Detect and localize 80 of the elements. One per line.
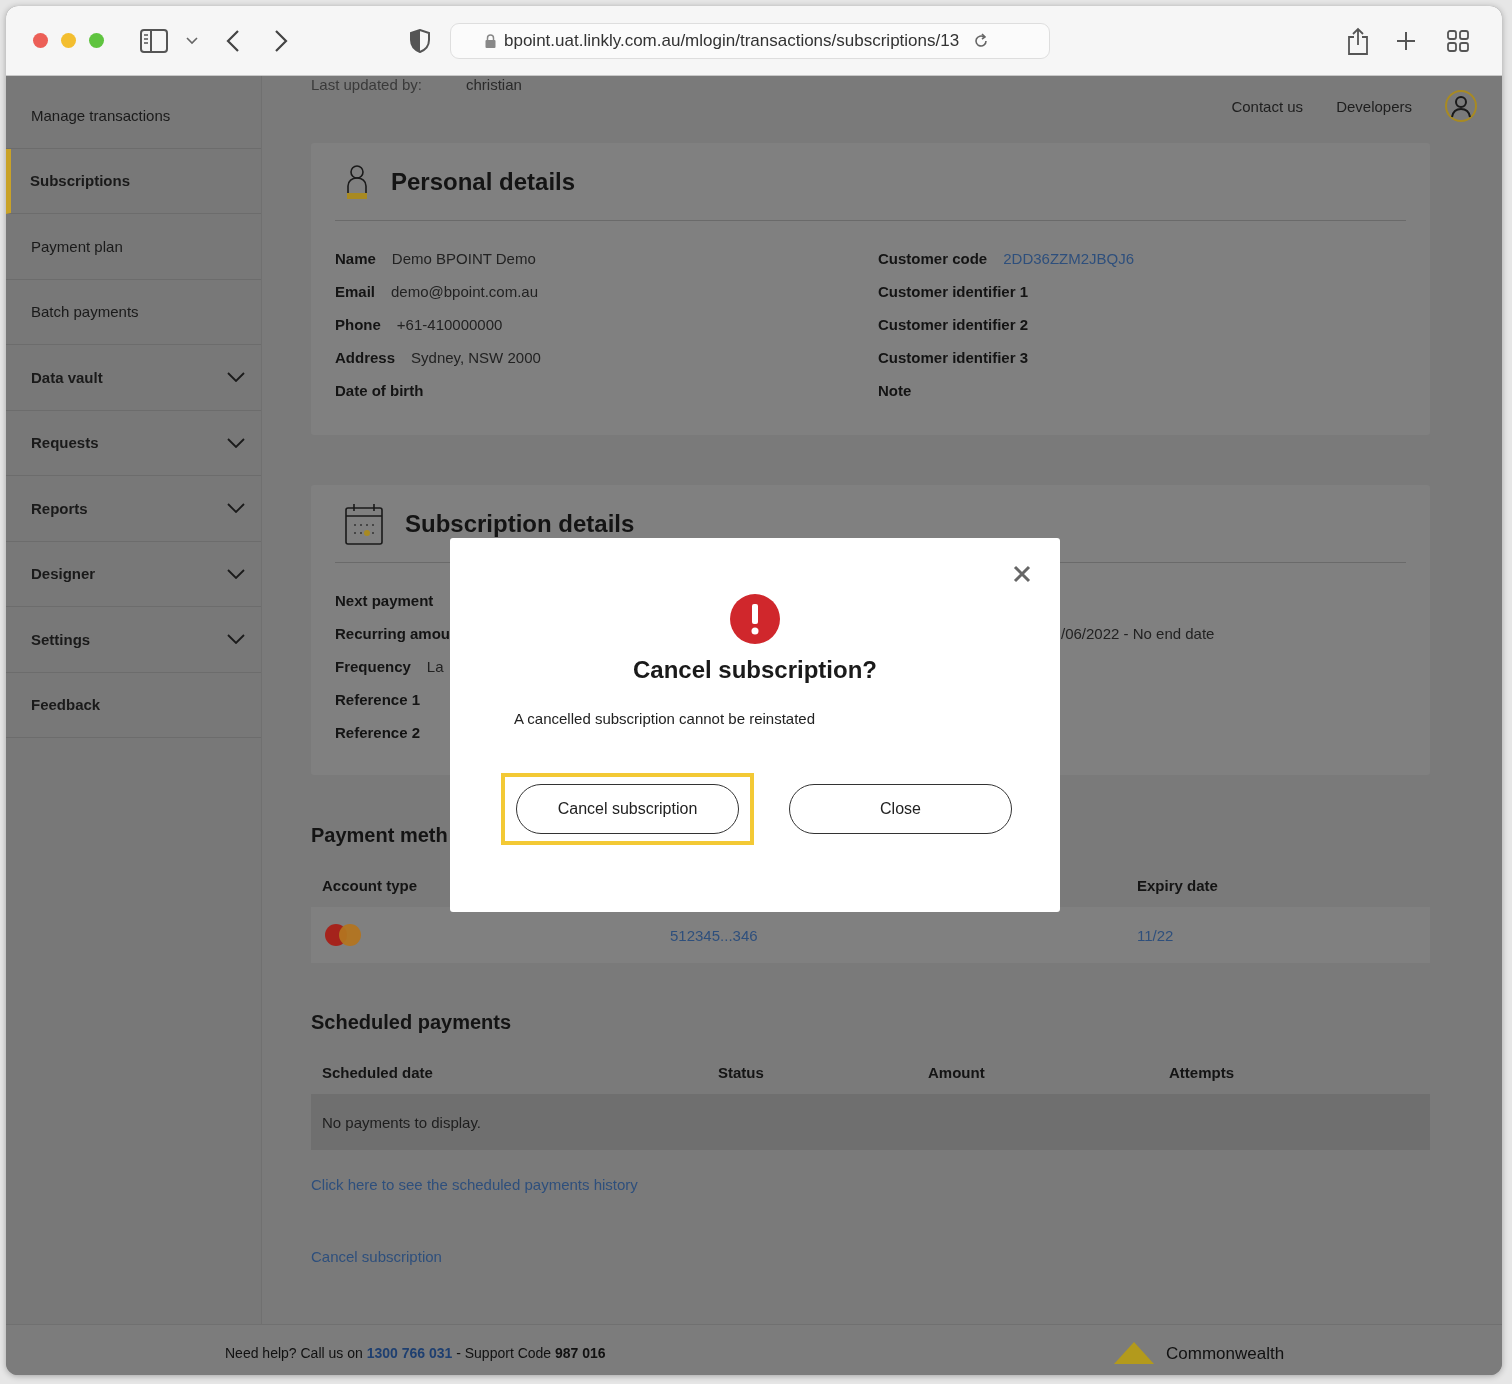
field-label: Customer code — [878, 249, 988, 267]
dialog-message: A cancelled subscription cannot be reinstated — [514, 710, 816, 727]
sidebar-item[interactable]: Manage transactions — [6, 83, 261, 149]
field-label: Next payment — [335, 591, 434, 609]
card-number-link[interactable]: 512345...346 — [670, 926, 1137, 944]
column-header: Expiry date — [1137, 876, 1219, 894]
field-label: Frequency — [335, 657, 411, 675]
brand-name: Commonwealth — [1166, 1344, 1285, 1364]
back-icon[interactable] — [226, 29, 240, 52]
field-label: Customer identifier 2 — [878, 315, 1029, 333]
field-value: Demo BPOINT Demo — [391, 249, 536, 267]
field-label: Name — [335, 249, 376, 267]
field-label: Reference 1 — [335, 690, 421, 708]
column-header: Status — [718, 1063, 765, 1081]
card-title: Subscription details — [405, 509, 635, 538]
card-title: Personal details — [391, 167, 576, 196]
sidebar-item[interactable]: Payment plan — [6, 214, 261, 280]
chevron-down-icon — [227, 503, 245, 514]
chevron-down-icon — [227, 634, 245, 645]
field-label: Address — [335, 348, 396, 366]
tab-overview-icon[interactable] — [1447, 29, 1469, 52]
chevron-down-icon — [227, 437, 245, 448]
section-title: Payment meth — [311, 824, 449, 847]
column-header: Scheduled date — [322, 1063, 434, 1081]
chevron-down-icon[interactable] — [186, 36, 198, 45]
forward-icon[interactable] — [274, 29, 288, 52]
reload-icon[interactable] — [973, 32, 990, 49]
user-avatar-icon[interactable] — [1445, 90, 1477, 122]
field-label: Note — [878, 381, 912, 399]
card-logo-icon — [324, 923, 362, 947]
sidebar-item[interactable]: Data vault — [6, 345, 261, 411]
lock-icon — [485, 33, 496, 48]
person-icon — [345, 163, 369, 200]
field-value: La — [426, 657, 444, 675]
help-text: Need help? Call us on 1300 766 031 - Support Code 987 016 — [225, 1345, 606, 1361]
field-label: Last updated by: — [311, 76, 423, 93]
field-value: /06/2022 - No end date — [1061, 624, 1215, 642]
sidebar-item[interactable]: Settings — [6, 607, 261, 673]
address-bar[interactable]: bpoint.uat.linkly.com.au/mlogin/transactions/subscriptions/13 — [450, 22, 1050, 59]
plus-icon[interactable] — [1396, 30, 1416, 51]
field-value: christian — [466, 76, 522, 93]
chevron-down-icon — [227, 568, 245, 579]
sidebar-item[interactable]: Reports — [6, 476, 261, 542]
sidebar-toggle-icon[interactable] — [140, 28, 168, 53]
calendar-icon — [345, 502, 383, 545]
field-label: Phone — [335, 315, 381, 333]
shield-icon[interactable] — [410, 28, 430, 53]
field-label: Reference 2 — [335, 723, 421, 741]
error-icon — [730, 594, 780, 644]
sidebar-item[interactable]: Feedback — [6, 672, 261, 738]
empty-message: No payments to display. — [322, 1113, 481, 1131]
column-header: Account type — [322, 876, 418, 894]
field-label: Customer identifier 1 — [878, 282, 1029, 300]
field-value: demo@bpoint.com.au — [391, 282, 538, 300]
close-icon[interactable] — [1012, 564, 1032, 584]
chevron-down-icon — [227, 372, 245, 383]
field-label: Recurring amou — [335, 624, 451, 642]
share-icon[interactable] — [1347, 26, 1369, 55]
sidebar-item[interactable]: Batch payments — [6, 279, 261, 345]
field-label: Date of birth — [335, 381, 424, 399]
nav-link[interactable]: Contact us — [1231, 97, 1304, 115]
table-cell-text: 11/22 — [1137, 926, 1175, 944]
column-header: Amount — [928, 1063, 986, 1081]
field-label: Customer identifier 3 — [878, 348, 1029, 366]
sidebar-item[interactable]: Subscriptions — [6, 148, 261, 214]
window-control[interactable] — [33, 33, 48, 48]
column-header: Attempts — [1169, 1063, 1235, 1081]
phone-link[interactable]: 1300 766 031 — [366, 1345, 453, 1361]
dialog-title: Cancel subscription? — [632, 656, 877, 684]
dialog-button[interactable]: Cancel subscription — [516, 784, 739, 834]
sidebar-item[interactable]: Requests — [6, 410, 261, 476]
field-value: +61-410000000 — [396, 315, 503, 333]
nav-link[interactable]: Developers — [1336, 97, 1412, 115]
field-value: Sydney, NSW 2000 — [411, 348, 541, 366]
dialog-button[interactable]: Close — [789, 784, 1012, 834]
customer-code-link[interactable]: 2DD36ZZM2JBQJ6 — [1003, 249, 1135, 267]
sidebar-item[interactable]: Designer — [6, 541, 261, 607]
field-label: Email — [335, 282, 376, 300]
triangle-logo-icon — [1114, 1342, 1154, 1364]
section-title: Scheduled payments — [311, 1011, 513, 1034]
